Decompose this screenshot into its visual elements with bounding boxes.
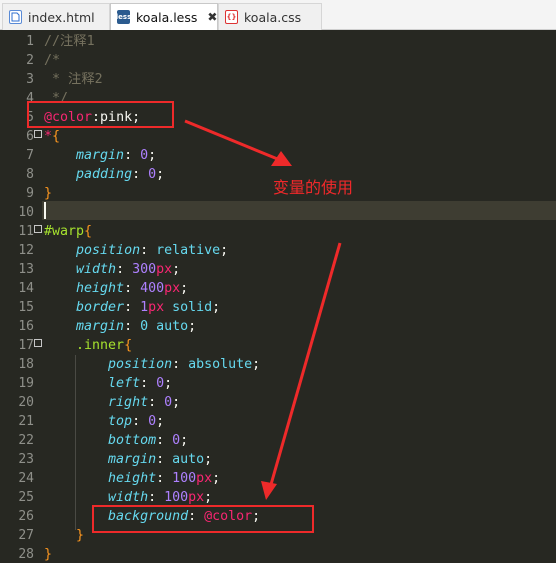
arrow-line-to-label	[184, 119, 281, 162]
arrowhead-icon	[261, 481, 277, 500]
arrow-line-to-usage	[268, 242, 342, 489]
annotation-arrows	[184, 119, 342, 500]
